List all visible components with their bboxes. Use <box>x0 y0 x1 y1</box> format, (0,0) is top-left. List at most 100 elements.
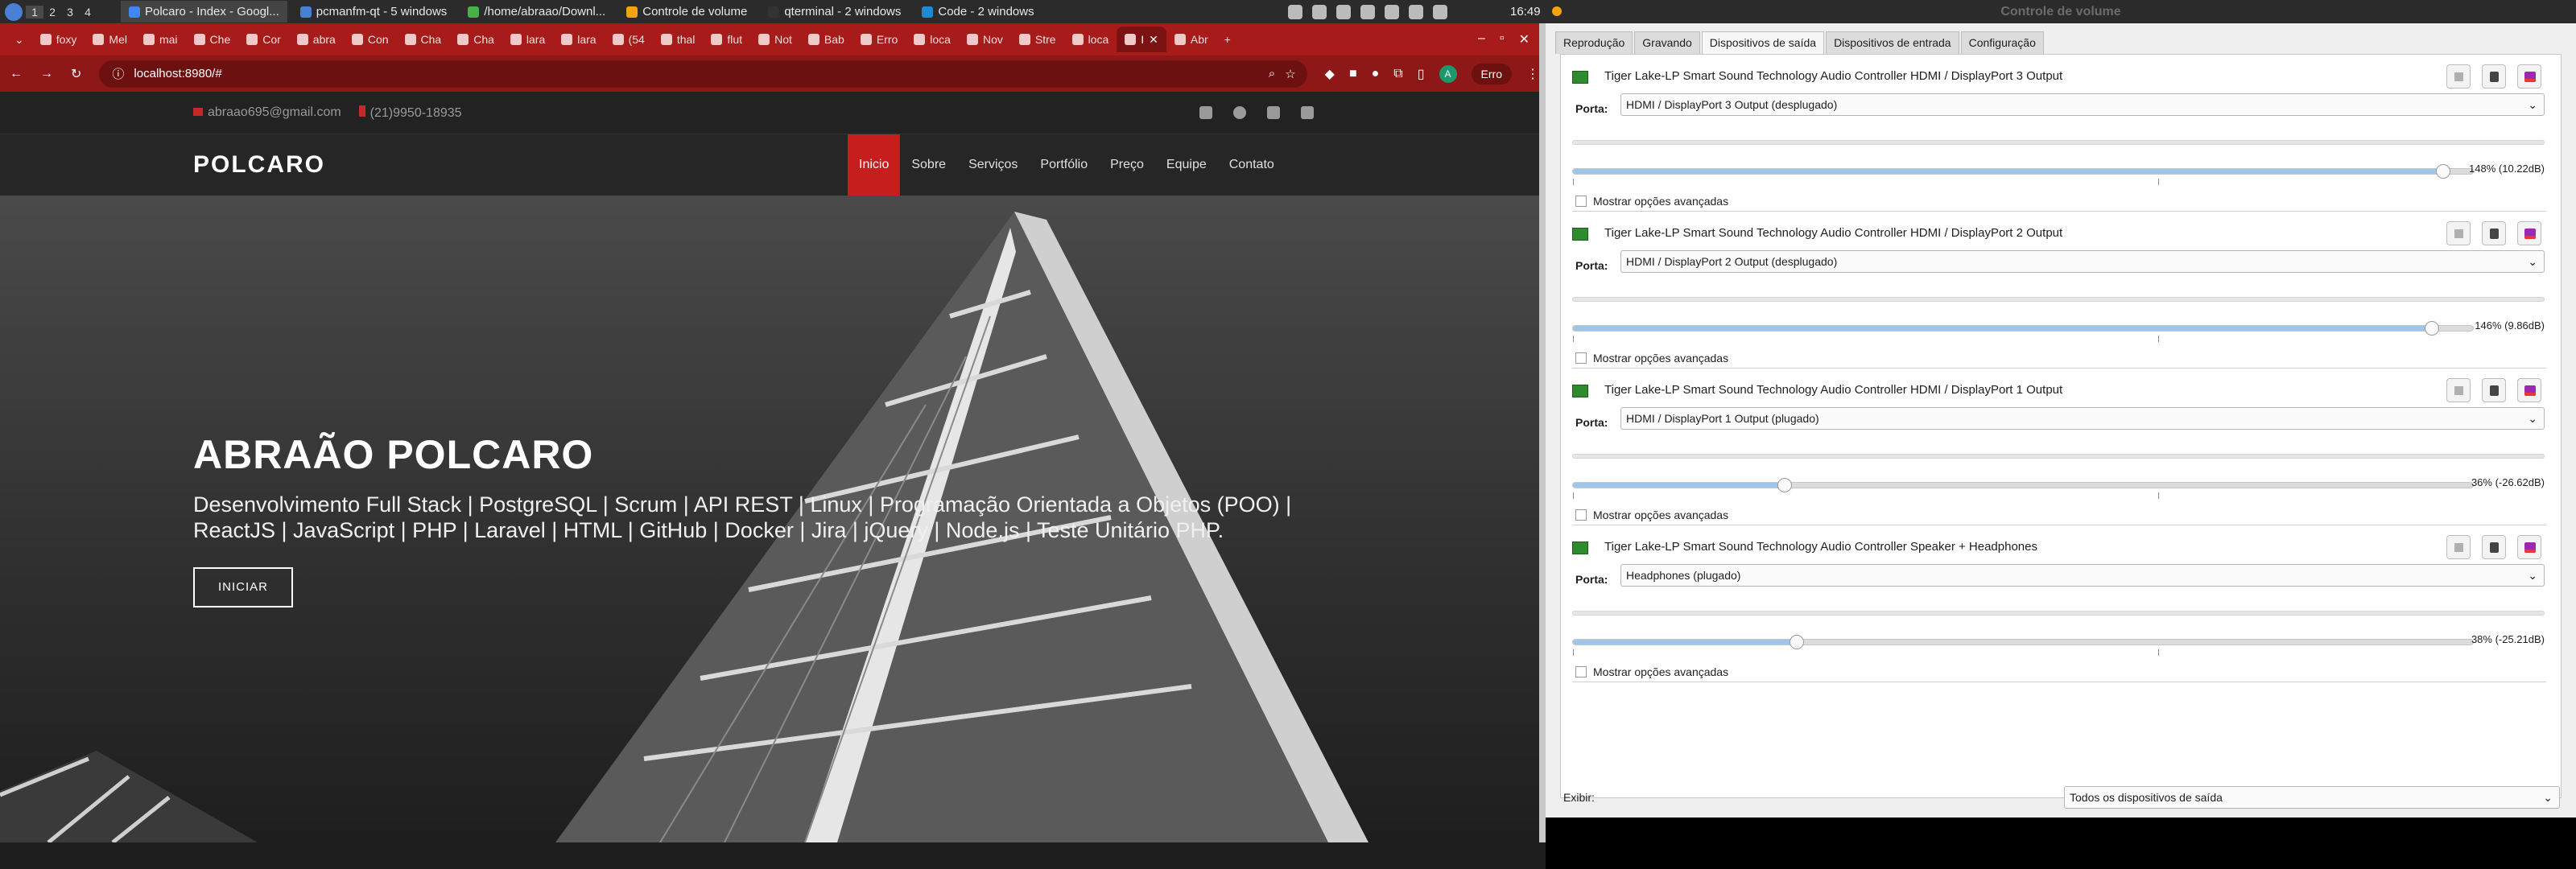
chevron-down-icon[interactable]: ⌄ <box>2528 565 2537 586</box>
task-label[interactable]: pcmanfm-qt - 5 windows <box>316 5 448 19</box>
close-icon[interactable]: ✕ <box>1519 31 1530 47</box>
nav-link[interactable]: Serviços <box>957 134 1029 196</box>
browser-menu-icon[interactable]: ⋮ <box>1526 66 1539 82</box>
tab-label[interactable]: foxy <box>56 33 77 46</box>
chevron-down-icon[interactable]: ⌄ <box>2543 787 2553 808</box>
volume-tab[interactable]: Configuração <box>1960 31 2044 54</box>
twitter-icon[interactable] <box>1199 106 1212 119</box>
advanced-options-toggle[interactable]: Mostrar opções avançadas <box>1575 665 1728 678</box>
nav-link[interactable]: Contato <box>1218 134 1286 196</box>
system-menu-icon[interactable] <box>5 2 23 21</box>
lock-channels-button[interactable] <box>2482 535 2506 559</box>
browser-tab[interactable]: I ✕ <box>1117 27 1166 52</box>
advanced-options-toggle[interactable]: Mostrar opções avançadas <box>1575 195 1728 208</box>
task-label[interactable]: Code - 2 windows <box>938 5 1034 19</box>
notes-tray-icon[interactable] <box>1385 4 1399 19</box>
browser-tab[interactable]: mai <box>135 27 186 52</box>
extension-icon[interactable]: ● <box>1372 67 1380 81</box>
tab-label[interactable]: Bab <box>824 33 844 46</box>
url-text[interactable]: localhost:8980/# <box>134 67 221 80</box>
browser-tab[interactable]: Mel <box>85 27 135 52</box>
chevron-down-icon[interactable]: ⌄ <box>2528 408 2537 429</box>
bookmark-star-icon[interactable]: ☆ <box>1285 67 1295 81</box>
port-select[interactable]: HDMI / DisplayPort 3 Output (desplugado)… <box>1620 93 2545 116</box>
task-label[interactable]: Controle de volume <box>642 5 747 19</box>
tab-label[interactable]: Mel <box>109 33 127 46</box>
port-value[interactable]: HDMI / DisplayPort 2 Output (desplugado) <box>1626 255 1837 268</box>
volume-handle[interactable] <box>1777 478 1793 492</box>
taskbar-task[interactable]: qterminal - 2 windows <box>760 1 909 23</box>
browser-tab[interactable]: Cha <box>397 27 450 52</box>
browser-tab[interactable]: Cha <box>449 27 502 52</box>
volume-slider[interactable] <box>1572 635 2474 656</box>
advanced-checkbox[interactable] <box>1575 352 1587 364</box>
tab-label[interactable]: Nov <box>983 33 1003 46</box>
show-devices-value[interactable]: Todos os dispositivos de saída <box>2070 791 2223 804</box>
mute-button[interactable] <box>2446 378 2471 402</box>
mute-button[interactable] <box>2446 535 2471 559</box>
tab-label[interactable]: thal <box>677 33 696 46</box>
instagram-icon[interactable] <box>1267 106 1280 119</box>
advanced-options-toggle[interactable]: Mostrar opções avançadas <box>1575 352 1728 364</box>
advanced-label[interactable]: Mostrar opções avançadas <box>1593 509 1728 521</box>
back-icon[interactable]: ← <box>10 67 23 81</box>
advanced-label[interactable]: Mostrar opções avançadas <box>1593 665 1728 678</box>
tab-label[interactable]: Erro <box>877 33 898 46</box>
taskbar-task[interactable]: Controle de volume <box>618 1 755 23</box>
browser-tab[interactable]: Not <box>750 27 800 52</box>
task-label[interactable]: Polcaro - Index - Googl... <box>145 5 279 19</box>
set-default-button[interactable] <box>2517 221 2541 245</box>
extensions-puzzle-icon[interactable]: ⧉ <box>1393 67 1402 81</box>
tab-label[interactable]: abra <box>313 33 336 46</box>
volume-handle[interactable] <box>1789 635 1804 649</box>
nav-link[interactable]: Equipe <box>1155 134 1218 196</box>
port-select[interactable]: HDMI / DisplayPort 2 Output (desplugado)… <box>1620 250 2545 273</box>
forward-icon[interactable]: → <box>40 67 53 81</box>
tab-label[interactable]: (54 <box>629 33 645 46</box>
reload-icon[interactable]: ↻ <box>71 66 81 82</box>
browser-tab[interactable]: Erro <box>852 27 906 52</box>
tab-label[interactable]: loca <box>930 33 951 46</box>
battery-icon[interactable] <box>1433 4 1447 19</box>
tab-label[interactable]: Che <box>210 33 231 46</box>
browser-tab[interactable]: abra <box>289 27 344 52</box>
volume-slider[interactable] <box>1572 478 2474 499</box>
browser-scrollbar[interactable] <box>1539 23 1546 842</box>
port-value[interactable]: HDMI / DisplayPort 1 Output (plugado) <box>1626 412 1819 425</box>
tab-label[interactable]: Cha <box>421 33 442 46</box>
task-label[interactable]: /home/abraao/Downl... <box>484 5 605 19</box>
clock[interactable]: 16:49 <box>1510 5 1541 19</box>
status-tray-icon[interactable] <box>1360 4 1375 19</box>
browser-tab[interactable]: lara <box>502 27 553 52</box>
lock-channels-button[interactable] <box>2482 221 2506 245</box>
volume-handle[interactable] <box>2424 321 2439 336</box>
tab-label[interactable]: lara <box>577 33 596 46</box>
browser-tab[interactable]: lara <box>553 27 604 52</box>
new-tab-button[interactable]: + <box>1216 27 1239 52</box>
workspace-3[interactable]: 3 <box>61 6 79 19</box>
task-label[interactable]: qterminal - 2 windows <box>784 5 901 19</box>
nav-link[interactable]: Preço <box>1099 134 1155 196</box>
site-brand[interactable]: POLCARO <box>193 151 325 179</box>
port-select[interactable]: HDMI / DisplayPort 1 Output (plugado) ⌄ <box>1620 407 2545 430</box>
email-contact[interactable]: abraao695@gmail.com <box>193 105 341 120</box>
tab-search-icon[interactable]: ⌄ <box>6 27 32 52</box>
extension-icon[interactable]: ■ <box>1349 67 1357 81</box>
browser-tab[interactable]: thal <box>653 27 704 52</box>
lock-channels-button[interactable] <box>2482 378 2506 402</box>
set-default-button[interactable] <box>2517 535 2541 559</box>
advanced-label[interactable]: Mostrar opções avançadas <box>1593 352 1728 364</box>
tab-label[interactable]: loca <box>1088 33 1109 46</box>
port-value[interactable]: Headphones (plugado) <box>1626 569 1740 582</box>
browser-tab[interactable]: foxy <box>32 27 85 52</box>
tab-label[interactable]: mai <box>159 33 178 46</box>
workspace-4[interactable]: 4 <box>79 6 97 19</box>
bluetooth-icon[interactable] <box>1336 4 1351 19</box>
tab-label[interactable]: Stre <box>1035 33 1056 46</box>
chevron-down-icon[interactable]: ⌄ <box>2528 94 2537 115</box>
facebook-icon[interactable] <box>1233 106 1246 119</box>
wifi-icon[interactable] <box>1409 4 1423 19</box>
browser-tab[interactable]: Cor <box>238 27 289 52</box>
tab-label[interactable]: Cor <box>262 33 281 46</box>
tab-label[interactable]: Cha <box>473 33 494 46</box>
